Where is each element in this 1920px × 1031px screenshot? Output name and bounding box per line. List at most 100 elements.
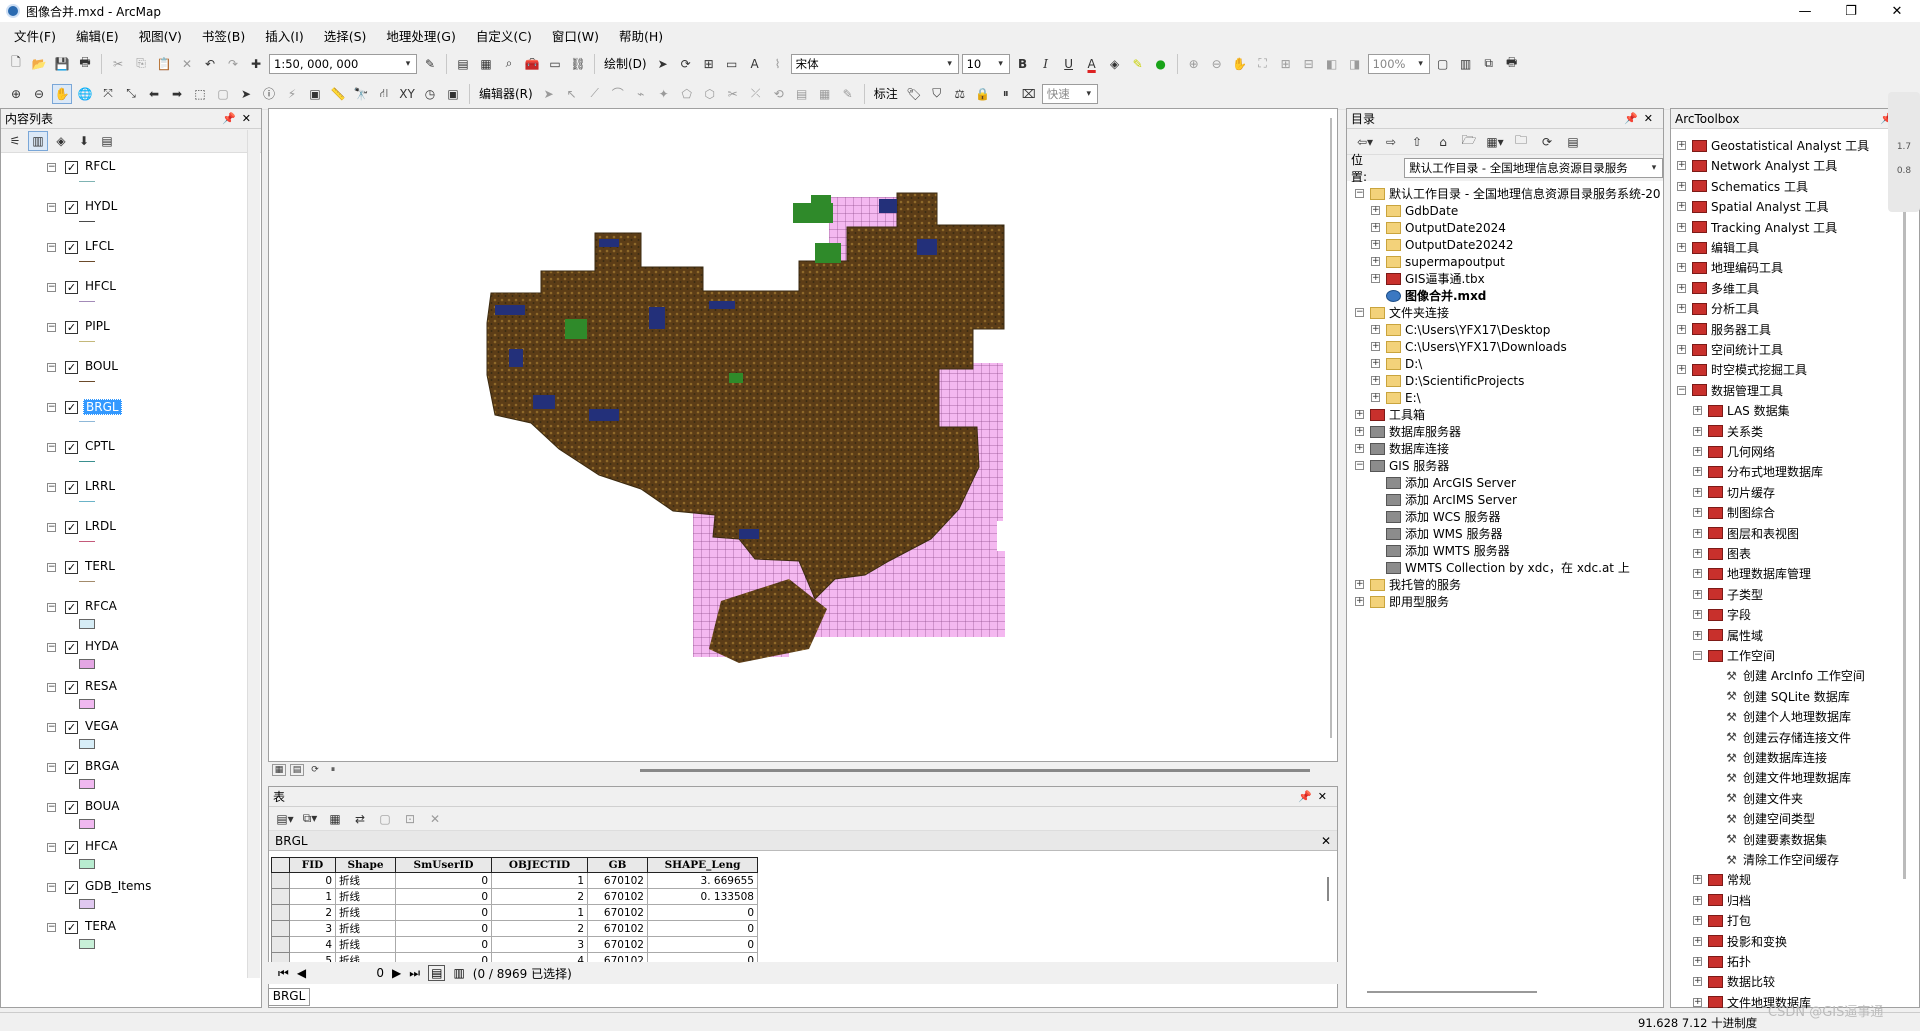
- list-by-selection-icon[interactable]: ⬇: [74, 131, 94, 151]
- catalog-window-icon[interactable]: ▦: [476, 54, 496, 74]
- fill-color-icon[interactable]: ◈: [1105, 54, 1125, 74]
- layer-name[interactable]: TERL: [83, 559, 117, 573]
- table-cell[interactable]: 3. 669655: [647, 872, 758, 889]
- expand-icon[interactable]: +: [1677, 161, 1686, 171]
- collapse-icon[interactable]: −: [47, 163, 56, 172]
- layer-symbol[interactable]: [79, 699, 95, 709]
- tree-item[interactable]: 添加 WCS 服务器: [1371, 508, 1501, 525]
- collapse-icon[interactable]: −: [47, 883, 56, 892]
- toc-options-icon[interactable]: ▤: [97, 131, 117, 151]
- table-cell[interactable]: 1: [289, 888, 336, 905]
- layer-name[interactable]: BRGL: [83, 399, 122, 415]
- menu-edit[interactable]: 编辑(E): [66, 26, 129, 45]
- edit-tool-icon[interactable]: ➤: [539, 84, 559, 104]
- visibility-checkbox[interactable]: ✓: [65, 161, 78, 174]
- table-cell[interactable]: 0: [289, 872, 336, 889]
- tree-item[interactable]: + 分析工具: [1677, 300, 1759, 317]
- edit-annotation-icon[interactable]: ↖: [562, 84, 582, 104]
- layer-symbol[interactable]: [79, 301, 95, 302]
- tree-item-label[interactable]: 添加 ArcGIS Server: [1405, 474, 1516, 491]
- collapse-icon[interactable]: −: [47, 763, 56, 772]
- toc-layer-tera[interactable]: − ✓ TERA: [47, 919, 247, 959]
- tree-item-label[interactable]: 创建云存储连接文件: [1743, 729, 1851, 746]
- tree-item-label[interactable]: GdbDate: [1405, 204, 1458, 218]
- label-priority-icon[interactable]: ⛉: [927, 84, 947, 104]
- layer-symbol[interactable]: [79, 859, 95, 869]
- table-cell[interactable]: 折线: [335, 872, 396, 889]
- new-folder-icon[interactable]: 🗀: [1511, 132, 1531, 152]
- map-vertical-scrollbar[interactable]: [1326, 110, 1336, 750]
- tree-item[interactable]: 添加 WMTS 服务器: [1371, 542, 1510, 559]
- tree-item[interactable]: ⚒ 创建 SQLite 数据库: [1709, 688, 1850, 705]
- catalog-options-icon[interactable]: ▤: [1563, 132, 1583, 152]
- show-selected-records-icon[interactable]: ▥: [453, 966, 464, 980]
- arctoolbox-icon[interactable]: 🧰: [522, 54, 542, 74]
- editor-menu[interactable]: 编辑器(R): [476, 85, 536, 102]
- rectangle-icon[interactable]: ▭: [722, 54, 742, 74]
- tree-item-label[interactable]: 添加 WMTS 服务器: [1405, 542, 1510, 559]
- tree-item-label[interactable]: Spatial Analyst 工具: [1711, 198, 1829, 215]
- tree-item[interactable]: + 制图综合: [1693, 504, 1775, 521]
- previous-record-icon[interactable]: ◀: [297, 966, 306, 980]
- tree-item[interactable]: + 投影和变换: [1693, 933, 1787, 950]
- tree-item[interactable]: + 切片缓存: [1693, 484, 1775, 501]
- visibility-checkbox[interactable]: ✓: [65, 521, 78, 534]
- list-by-visibility-icon[interactable]: ◈: [51, 131, 71, 151]
- layer-symbol[interactable]: [79, 619, 95, 629]
- editor-toolbar-icon[interactable]: ✎: [420, 54, 440, 74]
- tree-item-label[interactable]: Geostatistical Analyst 工具: [1711, 137, 1869, 154]
- switch-selection-icon[interactable]: ⇄: [350, 809, 370, 829]
- table-cell[interactable]: 折线: [335, 936, 396, 953]
- tree-item-label[interactable]: 图层和表视图: [1727, 525, 1799, 542]
- expand-icon[interactable]: +: [1693, 406, 1702, 416]
- toc-layer-gdb_items[interactable]: − ✓ GDB_Items: [47, 879, 247, 919]
- table-cell[interactable]: 0: [647, 936, 758, 953]
- tree-item[interactable]: + GdbDate: [1371, 202, 1458, 219]
- tree-item[interactable]: + 字段: [1693, 606, 1751, 623]
- font-name-combo[interactable]: 宋体 ▾: [790, 53, 959, 74]
- visibility-checkbox[interactable]: ✓: [65, 401, 78, 414]
- layer-symbol[interactable]: [79, 541, 95, 542]
- tree-item-label[interactable]: 创建数据库连接: [1743, 749, 1827, 766]
- tree-item-label[interactable]: Network Analyst 工具: [1711, 157, 1837, 174]
- expand-icon[interactable]: +: [1677, 263, 1686, 273]
- tree-item[interactable]: + 常规: [1693, 871, 1751, 888]
- tree-item-label[interactable]: D:\ScientificProjects: [1405, 374, 1524, 388]
- layer-name[interactable]: HYDA: [83, 639, 121, 653]
- tree-item[interactable]: − 默认工作目录 - 全国地理信息资源目录服务系统-20: [1355, 185, 1661, 202]
- tree-item-label[interactable]: 文件夹连接: [1389, 304, 1449, 321]
- cut-icon[interactable]: ✂: [108, 54, 128, 74]
- table-cell[interactable]: 0: [395, 936, 492, 953]
- select-elements-2-icon[interactable]: ➤: [236, 84, 256, 104]
- tree-item[interactable]: + LAS 数据集: [1693, 402, 1790, 419]
- layer-name[interactable]: VEGA: [83, 719, 120, 733]
- layer-symbol[interactable]: [79, 779, 95, 789]
- collapse-icon[interactable]: −: [47, 923, 56, 932]
- tree-item[interactable]: + 服务器工具: [1677, 321, 1771, 338]
- layer-name[interactable]: TERA: [83, 919, 118, 933]
- toc-layer-lrdl[interactable]: − ✓ LRDL: [47, 519, 247, 559]
- delete-selected-icon[interactable]: ✕: [425, 809, 445, 829]
- zoom-whole-page-icon[interactable]: ⊞: [699, 54, 719, 74]
- collapse-icon[interactable]: −: [47, 243, 56, 252]
- tree-item[interactable]: 添加 ArcIMS Server: [1371, 491, 1517, 508]
- connect-folder-icon[interactable]: 🗁: [1459, 132, 1479, 152]
- map-view[interactable]: [268, 108, 1338, 762]
- layer-name[interactable]: RESA: [83, 679, 119, 693]
- tree-item-label[interactable]: GIS逼事通.tbx: [1405, 270, 1485, 287]
- tree-item[interactable]: + GIS逼事通.tbx: [1371, 270, 1485, 287]
- tree-item[interactable]: + supermapoutput: [1371, 253, 1505, 270]
- up-one-level-icon[interactable]: ⇧: [1407, 132, 1427, 152]
- tree-item[interactable]: + 关系类: [1693, 423, 1763, 440]
- tree-item-label[interactable]: 编辑工具: [1711, 239, 1759, 256]
- text-icon[interactable]: A: [745, 54, 765, 74]
- menu-geoprocessing[interactable]: 地理处理(G): [376, 26, 465, 45]
- tree-item-label[interactable]: 归档: [1727, 892, 1751, 909]
- tree-item-label[interactable]: 图像合并.mxd: [1405, 287, 1486, 304]
- redo-icon[interactable]: ↷: [223, 54, 243, 74]
- tree-item[interactable]: ⚒ 创建文件夹: [1709, 790, 1803, 807]
- visibility-checkbox[interactable]: ✓: [65, 881, 78, 894]
- tree-item-label[interactable]: 添加 ArcIMS Server: [1405, 491, 1517, 508]
- visibility-checkbox[interactable]: ✓: [65, 721, 78, 734]
- tree-item-label[interactable]: WMTS Collection by xdc，在 xdc.at 上: [1405, 559, 1630, 576]
